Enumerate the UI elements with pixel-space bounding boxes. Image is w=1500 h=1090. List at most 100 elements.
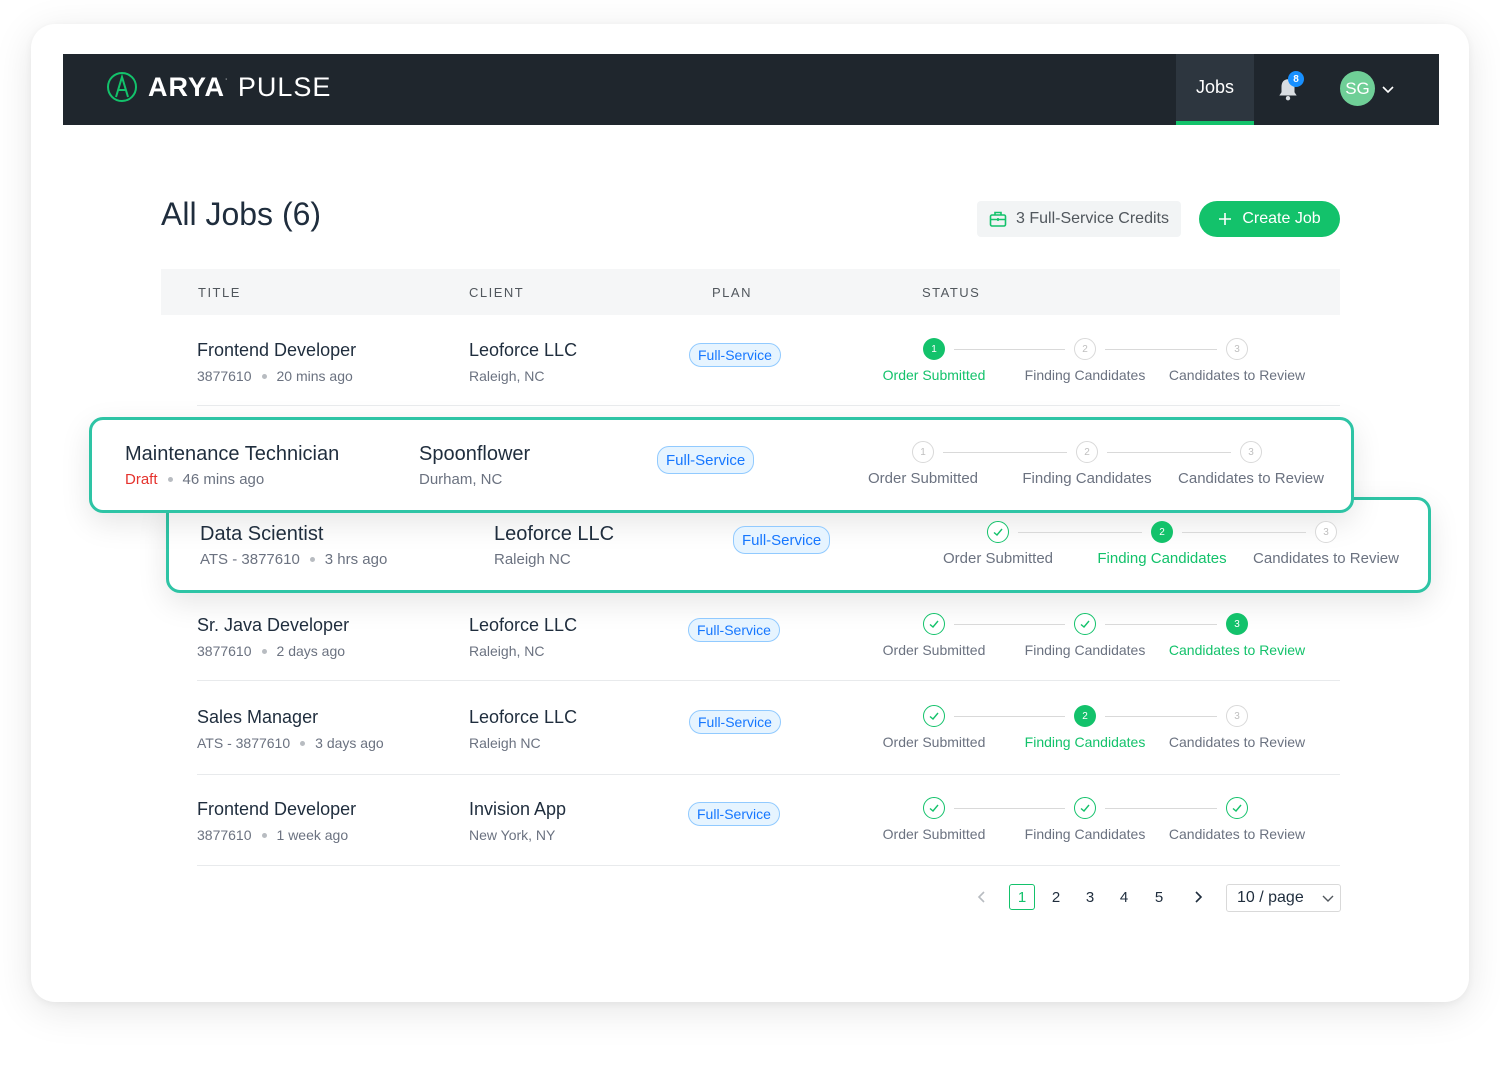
plan-tag: Full-Service <box>657 446 755 474</box>
step-label: Order Submitted <box>867 470 979 487</box>
arya-logo-icon <box>107 72 137 102</box>
credits-button[interactable]: 3 Full-Service Credits <box>977 201 1181 237</box>
page-size-value: 10 / page <box>1237 889 1304 906</box>
step-label: Candidates to Review <box>1253 550 1399 567</box>
job-meta: Draft 46 mins ago <box>125 471 264 488</box>
column-header-status: STATUS <box>922 285 981 300</box>
step-label: Order Submitted <box>942 550 1054 567</box>
job-title[interactable]: Maintenance Technician <box>125 443 339 466</box>
job-title[interactable]: Frontend Developer <box>197 340 356 361</box>
chevron-left-icon <box>977 891 985 903</box>
check-icon <box>1080 804 1090 812</box>
step-label: Finding Candidates <box>1024 734 1146 750</box>
separator-dot <box>261 648 267 654</box>
job-meta: 3877610 1 week ago <box>197 827 348 843</box>
step-indicator: 3 <box>1315 521 1337 543</box>
separator-dot <box>309 557 315 562</box>
nav-tab-jobs[interactable]: Jobs <box>1176 54 1254 125</box>
separator-dot <box>167 477 173 482</box>
job-id: 3877610 <box>197 643 252 659</box>
step-label: Order Submitted <box>882 367 986 383</box>
job-id: 3877610 <box>197 827 252 843</box>
create-job-button[interactable]: Create Job <box>1199 201 1340 237</box>
pagination-page-5[interactable]: 5 <box>1146 884 1172 910</box>
step-label: Finding Candidates <box>1097 550 1227 567</box>
user-avatar[interactable]: SG <box>1340 71 1375 106</box>
step-label: Order Submitted <box>882 642 986 658</box>
row-divider <box>197 405 1340 406</box>
step-label: Candidates to Review <box>1168 826 1306 842</box>
client-name: Leoforce LLC <box>469 340 578 360</box>
step-label: Order Submitted <box>882 826 986 842</box>
column-header-client: CLIENT <box>469 285 525 300</box>
job-title[interactable]: Frontend Developer <box>197 799 356 820</box>
job-id: ATS - 3877610 <box>200 551 300 568</box>
separator-dot <box>300 740 306 746</box>
pagination-next[interactable] <box>1185 884 1211 910</box>
step-indicator <box>923 613 945 635</box>
step-indicator <box>987 521 1009 543</box>
pagination-page-2[interactable]: 2 <box>1043 884 1069 910</box>
step-connector <box>943 452 1067 453</box>
client-name: Spoonflower <box>419 443 531 465</box>
step-indicator: 1 <box>912 441 934 463</box>
page-size-select[interactable]: 10 / page <box>1226 884 1341 912</box>
pagination-page-3[interactable]: 3 <box>1077 884 1103 910</box>
step-label: Finding Candidates <box>1024 367 1146 383</box>
column-header-plan: PLAN <box>712 285 752 300</box>
plan-tag: Full-Service <box>689 343 781 367</box>
separator-dot <box>261 832 267 838</box>
job-id: Draft <box>125 471 158 488</box>
check-icon <box>993 528 1003 536</box>
column-header-title: TITLE <box>198 285 241 300</box>
job-title[interactable]: Data Scientist <box>200 523 323 546</box>
step-indicator: 2 <box>1076 441 1098 463</box>
table-header: TITLE CLIENT PLAN STATUS <box>161 269 1340 315</box>
step-indicator: 3 <box>1226 705 1248 727</box>
job-time: 3 days ago <box>315 735 384 751</box>
job-title[interactable]: Sales Manager <box>197 707 318 728</box>
step-indicator: 2 <box>1074 338 1096 360</box>
step-label: Order Submitted <box>882 734 986 750</box>
step-label: Finding Candidates <box>1022 470 1152 487</box>
step-label: Finding Candidates <box>1024 826 1146 842</box>
chevron-down-icon[interactable] <box>1381 82 1395 96</box>
step-connector <box>1105 808 1217 809</box>
step-connector <box>954 716 1065 717</box>
job-meta: 3877610 2 days ago <box>197 643 345 659</box>
step-indicator <box>923 705 945 727</box>
step-indicator <box>923 797 945 819</box>
pagination-page-1[interactable]: 1 <box>1009 884 1035 910</box>
step-label: Candidates to Review <box>1168 734 1306 750</box>
plan-tag: Full-Service <box>688 618 780 642</box>
client-name: Leoforce LLC <box>469 707 578 727</box>
step-connector <box>954 808 1065 809</box>
page-title: All Jobs (6) <box>161 196 322 232</box>
step-connector <box>1105 624 1217 625</box>
plan-tag: Full-Service <box>688 802 780 826</box>
plan-tag: Full-Service <box>689 710 781 734</box>
pagination-page-4[interactable]: 4 <box>1111 884 1137 910</box>
step-label: Finding Candidates <box>1024 642 1146 658</box>
job-time: 1 week ago <box>276 827 349 843</box>
credits-label: 3 Full-Service Credits <box>1016 210 1169 227</box>
step-indicator: 1 <box>923 338 945 360</box>
client-location: New York, NY <box>469 827 556 843</box>
check-icon <box>1080 620 1090 628</box>
client-location: Raleigh, NC <box>469 643 545 659</box>
row-divider <box>197 865 1340 866</box>
brand-name: ARYA˙ PULSE <box>148 71 332 102</box>
row-divider <box>197 680 1340 681</box>
step-connector <box>1105 716 1217 717</box>
separator-dot <box>261 373 267 379</box>
step-indicator <box>1074 613 1096 635</box>
pagination-prev[interactable] <box>969 884 995 910</box>
job-title[interactable]: Sr. Java Developer <box>197 615 349 636</box>
brand-logo[interactable]: ARYA˙ PULSE <box>106 71 331 103</box>
job-meta: ATS - 3877610 3 hrs ago <box>200 551 387 568</box>
step-indicator <box>1226 797 1248 819</box>
top-navbar: ARYA˙ PULSE Jobs 8 SG <box>63 54 1439 125</box>
job-meta: ATS - 3877610 3 days ago <box>197 735 384 751</box>
step-connector <box>1182 532 1306 533</box>
step-label: Candidates to Review <box>1178 470 1324 487</box>
